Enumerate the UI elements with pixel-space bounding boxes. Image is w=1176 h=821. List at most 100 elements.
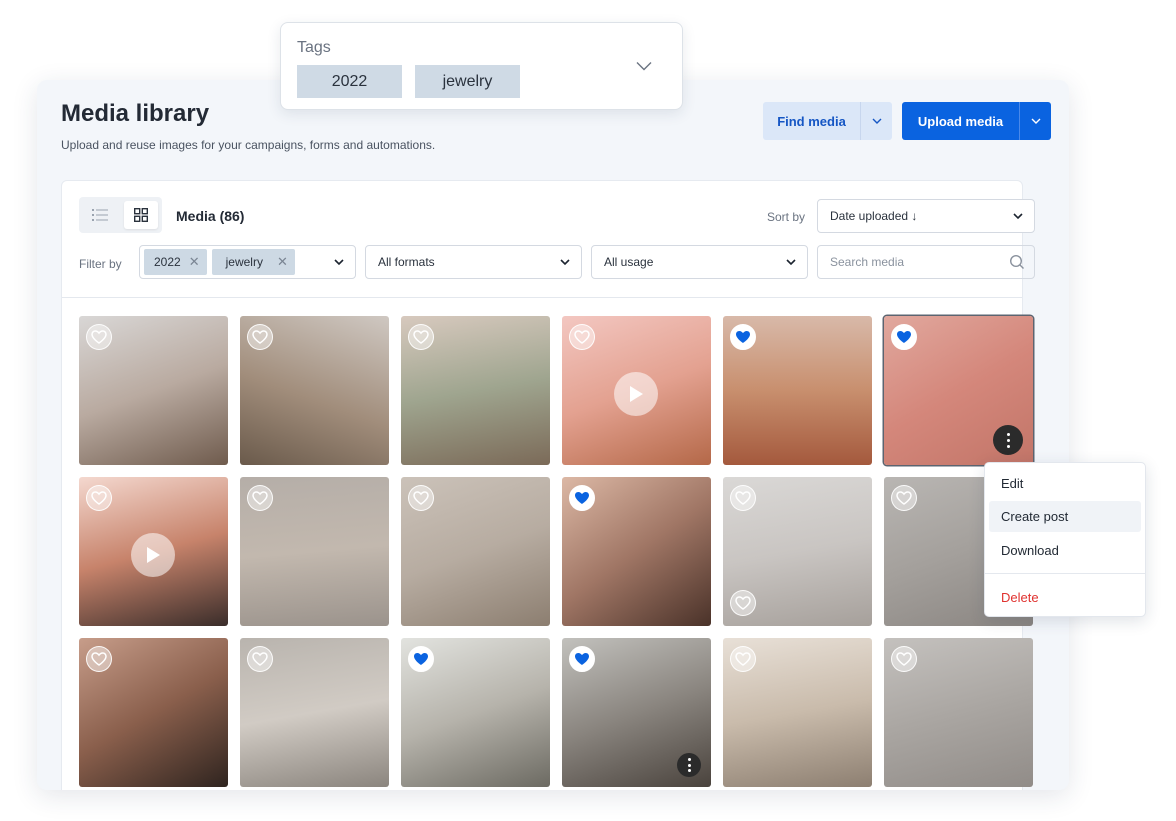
media-tile[interactable]: [401, 477, 550, 626]
chevron-down-icon: [560, 259, 570, 266]
media-tile[interactable]: [884, 316, 1033, 465]
play-button[interactable]: [131, 533, 175, 577]
grid-icon: [134, 208, 148, 222]
favorite-button[interactable]: [730, 590, 756, 616]
favorite-button[interactable]: [891, 324, 917, 350]
favorite-button[interactable]: [408, 485, 434, 511]
favorite-button[interactable]: [730, 646, 756, 672]
heart-outline-icon: [91, 652, 107, 666]
tags-popover: Tags 2022 jewelry: [280, 22, 683, 110]
format-value: All formats: [378, 255, 435, 269]
format-select[interactable]: All formats: [365, 245, 582, 279]
media-tile[interactable]: [79, 316, 228, 465]
menu-item-delete[interactable]: Delete: [989, 582, 1141, 613]
favorite-button[interactable]: [86, 324, 112, 350]
play-button[interactable]: [614, 372, 658, 416]
tag-chip[interactable]: 2022: [297, 65, 402, 98]
heart-outline-icon: [91, 330, 107, 344]
heart-outline-icon: [413, 491, 429, 505]
favorite-button[interactable]: [569, 324, 595, 350]
list-view-button[interactable]: [83, 201, 117, 229]
remove-chip-icon[interactable]: ✕: [277, 254, 288, 270]
heart-filled-icon: [736, 331, 750, 343]
heart-filled-icon: [575, 653, 589, 665]
favorite-button[interactable]: [569, 646, 595, 672]
media-tile[interactable]: [401, 638, 550, 787]
favorite-button[interactable]: [730, 324, 756, 350]
favorite-button[interactable]: [891, 646, 917, 672]
heart-outline-icon: [574, 330, 590, 344]
filter-label: Filter by: [79, 257, 122, 271]
find-media-button[interactable]: Find media: [763, 102, 892, 140]
heart-outline-icon: [91, 491, 107, 505]
heart-outline-icon: [896, 491, 912, 505]
heart-outline-icon: [896, 652, 912, 666]
filter-chip-label: jewelry: [225, 255, 263, 269]
find-media-label: Find media: [777, 113, 846, 129]
menu-item-edit[interactable]: Edit: [989, 468, 1141, 499]
upload-media-button[interactable]: Upload media: [902, 102, 1051, 140]
sort-select[interactable]: Date uploaded ↓: [817, 199, 1035, 233]
favorite-button[interactable]: [86, 646, 112, 672]
filter-chip-label: 2022: [154, 255, 181, 269]
heart-filled-icon: [414, 653, 428, 665]
favorite-button[interactable]: [247, 646, 273, 672]
media-tile[interactable]: [723, 477, 872, 626]
tags-label: Tags: [297, 39, 331, 56]
favorite-button[interactable]: [86, 485, 112, 511]
media-card: Media (86) Sort by Date uploaded ↓ Filte…: [61, 180, 1035, 790]
media-tile[interactable]: [884, 638, 1033, 787]
media-tile[interactable]: [562, 638, 711, 787]
favorite-button[interactable]: [730, 485, 756, 511]
favorite-button[interactable]: [247, 324, 273, 350]
media-tile[interactable]: [723, 638, 872, 787]
sort-label: Sort by: [767, 210, 806, 224]
chevron-down-icon: [872, 118, 881, 124]
chevron-down-icon: [1031, 118, 1040, 124]
media-tile[interactable]: [240, 316, 389, 465]
more-options-button[interactable]: [993, 425, 1023, 455]
heart-outline-icon: [735, 491, 751, 505]
favorite-button[interactable]: [247, 485, 273, 511]
media-tile[interactable]: [562, 477, 711, 626]
favorite-button[interactable]: [569, 485, 595, 511]
usage-select[interactable]: All usage: [591, 245, 808, 279]
heart-outline-icon: [252, 330, 268, 344]
menu-item-download[interactable]: Download: [989, 535, 1141, 566]
chevron-down-icon: [786, 259, 796, 266]
more-options-button[interactable]: [677, 753, 701, 777]
favorite-button[interactable]: [408, 646, 434, 672]
favorite-button[interactable]: [408, 324, 434, 350]
favorite-button[interactable]: [891, 485, 917, 511]
media-count: Media (86): [176, 208, 245, 224]
heart-outline-icon: [735, 596, 751, 610]
chevron-down-icon[interactable]: [636, 61, 652, 71]
list-icon: [92, 209, 108, 221]
view-toggle: [79, 197, 162, 233]
media-tile[interactable]: [240, 477, 389, 626]
grid-view-button[interactable]: [124, 201, 158, 229]
search-placeholder: Search media: [830, 255, 905, 269]
media-tile[interactable]: [79, 477, 228, 626]
tag-chip[interactable]: jewelry: [415, 65, 520, 98]
media-tile[interactable]: [79, 638, 228, 787]
remove-chip-icon[interactable]: ✕: [189, 254, 200, 270]
media-tile[interactable]: [240, 638, 389, 787]
search-input[interactable]: Search media: [817, 245, 1035, 279]
sort-value: Date uploaded ↓: [830, 209, 918, 223]
menu-divider: [985, 573, 1145, 574]
media-tile[interactable]: [562, 316, 711, 465]
media-tile[interactable]: [401, 316, 550, 465]
heart-outline-icon: [735, 652, 751, 666]
tag-filter-select[interactable]: 2022 ✕ jewelry ✕: [139, 245, 356, 279]
upload-media-dropdown[interactable]: [1019, 102, 1051, 140]
find-media-dropdown[interactable]: [860, 102, 892, 140]
page-subtitle: Upload and reuse images for your campaig…: [61, 138, 436, 152]
chevron-down-icon: [1013, 213, 1023, 220]
filter-chip: jewelry ✕: [211, 249, 295, 275]
heart-filled-icon: [575, 492, 589, 504]
media-tile[interactable]: [723, 316, 872, 465]
menu-item-create-post[interactable]: Create post: [989, 501, 1141, 532]
heart-outline-icon: [252, 491, 268, 505]
heart-outline-icon: [413, 330, 429, 344]
